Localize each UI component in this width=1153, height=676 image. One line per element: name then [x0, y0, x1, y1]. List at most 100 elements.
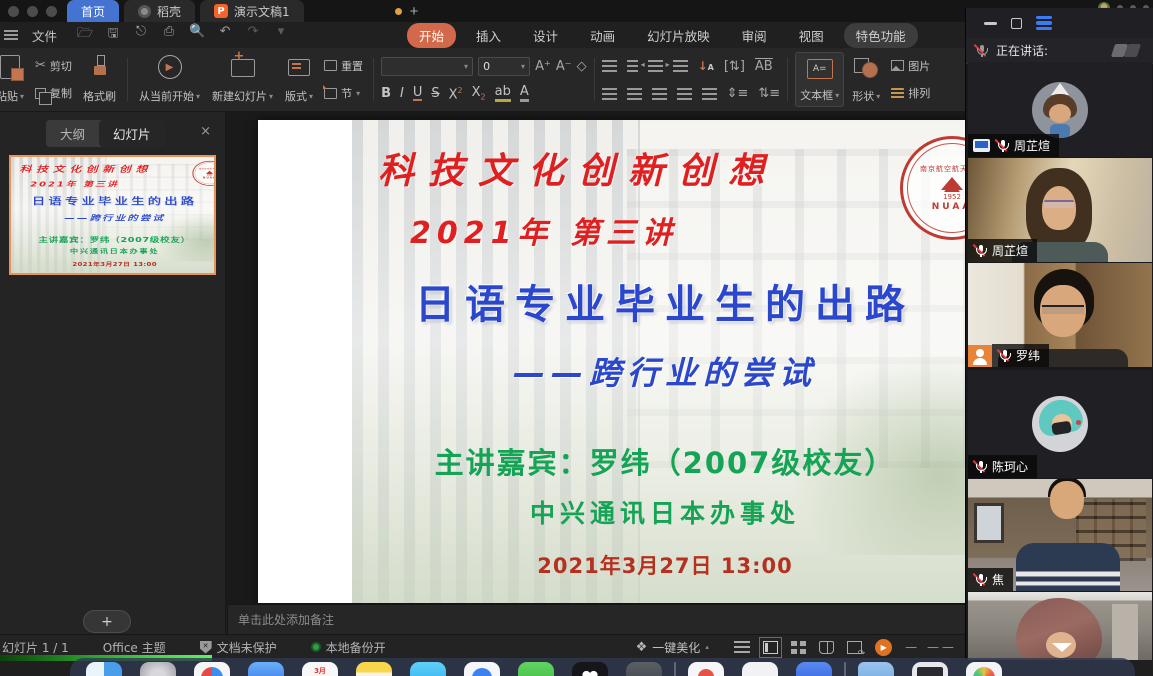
dock-app-appstore[interactable]: [464, 662, 500, 676]
tab-animation[interactable]: 动画: [578, 23, 627, 48]
slide-sorter-icon[interactable]: [791, 641, 806, 654]
open-icon[interactable]: 🗁: [77, 24, 93, 46]
clear-format-icon[interactable]: ◇: [577, 60, 587, 73]
char-spacing-icon[interactable]: [⇅]: [724, 60, 745, 73]
tab-design[interactable]: 设计: [521, 23, 570, 48]
presenter-view-icon[interactable]: [847, 641, 862, 654]
notes-toggle-icon[interactable]: [734, 641, 750, 654]
picture-button[interactable]: 图片: [888, 57, 933, 75]
meeting-menu-icon[interactable]: [1036, 16, 1052, 31]
dock-app-wechat[interactable]: [518, 662, 554, 676]
slide-topline1[interactable]: 科技文化创新创想: [378, 142, 778, 194]
tab-outline[interactable]: 大纲: [46, 120, 99, 147]
participant-tile-1[interactable]: 周芷煊: [968, 62, 1152, 157]
tab-slideshow[interactable]: 幻灯片放映: [635, 23, 722, 48]
dock-app-safari[interactable]: [194, 662, 230, 676]
dock-app-qq[interactable]: [572, 662, 608, 676]
bold-button[interactable]: B: [381, 86, 391, 101]
slide-editor[interactable]: 科技文化创新创想 2021年 第三讲 南京航空航天大学 1952 NUAA 日语…: [226, 112, 965, 604]
numbering-icon[interactable]: [627, 60, 638, 72]
export-icon[interactable]: ⎋: [133, 24, 149, 46]
format-painter-button[interactable]: 格式刷: [79, 52, 120, 107]
participant-tile-2[interactable]: 周芷煊: [968, 158, 1152, 262]
shapes-button[interactable]: 形状▾: [848, 52, 884, 107]
align-left-icon[interactable]: [602, 88, 617, 100]
tab-start[interactable]: 开始: [407, 23, 456, 48]
arrange-button[interactable]: 排列: [888, 84, 933, 102]
italic-button[interactable]: I: [400, 86, 404, 101]
text-box-button[interactable]: A= 文本框▾: [795, 52, 844, 107]
dock-app-screenshot[interactable]: [912, 662, 948, 676]
dock-app-blueapp[interactable]: [796, 662, 832, 676]
font-color-button[interactable]: A: [520, 85, 529, 102]
tab-view[interactable]: 视图: [787, 23, 836, 48]
tab-insert[interactable]: 插入: [464, 23, 513, 48]
dock-app-darkapp[interactable]: [626, 662, 662, 676]
slide-datetime[interactable]: 2021年3月27日 13:00: [352, 550, 965, 580]
slide-speaker[interactable]: 主讲嘉宾：罗纬（2007级校友）: [352, 440, 965, 482]
play-from-current-button[interactable]: ▶ 从当前开始▾: [135, 52, 204, 107]
redo-icon[interactable]: ↷: [245, 24, 261, 46]
align-center-icon[interactable]: [627, 88, 642, 100]
subscript-button[interactable]: X2: [472, 85, 486, 102]
meeting-maximize-icon[interactable]: [1011, 18, 1022, 29]
dock-app-whiteapp[interactable]: [742, 662, 778, 676]
tab-review[interactable]: 审阅: [730, 23, 779, 48]
backup-status[interactable]: 本地备份开: [311, 639, 386, 656]
dock-app-calendar[interactable]: 3月: [302, 662, 338, 676]
cut-button[interactable]: ✂剪切: [32, 57, 75, 75]
participant-tile-5[interactable]: 焦: [968, 479, 1152, 591]
notes-area[interactable]: 单击此处添加备注: [227, 604, 965, 634]
line-spacing-icon[interactable]: ⇕≡: [727, 87, 749, 100]
underline-button[interactable]: U: [413, 86, 423, 102]
slide-thumbnail-1[interactable]: 科技文化创新创想 2021年 第三讲 南京航空航天大学1952NUAA 日语专业…: [9, 155, 216, 275]
change-case-icon[interactable]: AB: [755, 60, 773, 73]
add-slide-button[interactable]: +: [83, 610, 131, 633]
dock-app-facetime[interactable]: [410, 662, 446, 676]
dock-app-finder[interactable]: [86, 662, 122, 676]
distribute-icon[interactable]: [702, 88, 717, 100]
slide-background-picture[interactable]: 科技文化创新创想 2021年 第三讲 南京航空航天大学 1952 NUAA 日语…: [352, 120, 965, 603]
new-tab-button[interactable]: +: [410, 3, 419, 20]
slide-canvas[interactable]: 科技文化创新创想 2021年 第三讲 南京航空航天大学 1952 NUAA 日语…: [258, 120, 965, 603]
slide-organization[interactable]: 中兴通讯日本办事处: [352, 494, 965, 530]
maximize-window-icon[interactable]: [46, 6, 57, 17]
reset-button[interactable]: 重置: [321, 57, 366, 75]
close-window-icon[interactable]: [8, 6, 19, 17]
slide-title[interactable]: 日语专业毕业生的出路: [352, 272, 965, 330]
reading-view-icon[interactable]: [819, 641, 834, 654]
print-preview-icon[interactable]: 🔍: [189, 24, 205, 46]
align-right-icon[interactable]: [652, 88, 667, 100]
traffic-lights[interactable]: [8, 6, 57, 17]
bullets-icon[interactable]: [602, 60, 617, 72]
layout-button[interactable]: 版式▾: [281, 52, 317, 107]
justify-icon[interactable]: [677, 88, 692, 100]
dock-app-photos[interactable]: [966, 662, 1002, 676]
minimize-window-icon[interactable]: [27, 6, 38, 17]
dock-app-reddot[interactable]: [688, 662, 724, 676]
theme-name[interactable]: Office 主题: [103, 639, 166, 656]
highlight-button[interactable]: ab: [495, 85, 511, 102]
dock-app-folder[interactable]: [858, 662, 894, 676]
file-menu[interactable]: 文件: [24, 24, 65, 47]
tab-document[interactable]: P演示文稿1: [200, 0, 304, 22]
slide-topline2[interactable]: 2021年 第三讲: [410, 208, 678, 252]
section-button[interactable]: 节▾: [321, 84, 366, 102]
decrease-font-icon[interactable]: A⁻: [556, 60, 572, 73]
undo-icon[interactable]: ↶: [217, 24, 233, 46]
column-spacing-icon[interactable]: ⇅≡: [758, 87, 780, 100]
meeting-minimize-icon[interactable]: [984, 22, 997, 25]
slide-subtitle[interactable]: ——跨行业的尝试: [352, 348, 965, 394]
dock-app-mail[interactable]: [248, 662, 284, 676]
strikethrough-button[interactable]: S: [431, 86, 439, 101]
print-icon[interactable]: ⎙: [161, 24, 177, 46]
text-direction-icon[interactable]: ↓A: [698, 59, 714, 73]
superscript-button[interactable]: X2: [449, 86, 463, 102]
beautify-button[interactable]: ❖一键美化▴: [636, 639, 709, 656]
tab-docer[interactable]: 稻壳: [124, 0, 195, 22]
font-size-combo[interactable]: 0▾: [478, 57, 530, 76]
increase-indent-icon[interactable]: [673, 60, 688, 72]
increase-font-icon[interactable]: A⁺: [535, 60, 551, 73]
tab-features[interactable]: 特色功能: [844, 23, 918, 48]
paste-button[interactable]: 粘贴▾: [0, 52, 28, 107]
